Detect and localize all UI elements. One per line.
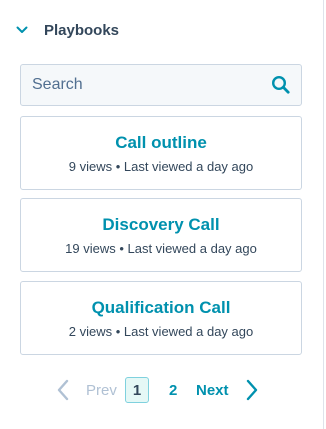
chevron-right-icon[interactable] xyxy=(245,374,259,406)
playbook-name[interactable]: Call outline xyxy=(21,133,301,153)
playbook-name[interactable]: Qualification Call xyxy=(21,298,301,318)
search-input[interactable] xyxy=(21,65,261,105)
page-2-button[interactable]: 2 xyxy=(169,374,177,406)
chevron-down-icon[interactable] xyxy=(14,22,30,38)
playbook-card[interactable]: Discovery Call 19 views • Last viewed a … xyxy=(20,198,302,272)
next-page-button[interactable]: Next xyxy=(196,374,229,406)
playbook-name[interactable]: Discovery Call xyxy=(21,215,301,235)
playbook-card[interactable]: Call outline 9 views • Last viewed a day… xyxy=(20,116,302,190)
playbook-meta: 9 views • Last viewed a day ago xyxy=(68,159,254,174)
playbook-card[interactable]: Qualification Call 2 views • Last viewed… xyxy=(20,281,302,355)
playbook-meta: 2 views • Last viewed a day ago xyxy=(68,324,254,339)
page-1-button[interactable]: 1 xyxy=(125,377,149,403)
panel-divider xyxy=(323,0,324,429)
chevron-left-icon xyxy=(56,374,70,406)
pagination: Prev 1 2 Next xyxy=(0,374,323,406)
prev-page-button: Prev xyxy=(86,381,117,399)
playbooks-section-toggle[interactable]: Playbooks xyxy=(14,18,119,42)
section-title: Playbooks xyxy=(44,21,120,39)
playbook-meta: 19 views • Last viewed a day ago xyxy=(65,241,257,256)
playbooks-panel: Playbooks Call outline 9 views • Last vi… xyxy=(0,0,323,429)
search-icon[interactable] xyxy=(261,65,301,105)
search-box xyxy=(20,64,302,106)
